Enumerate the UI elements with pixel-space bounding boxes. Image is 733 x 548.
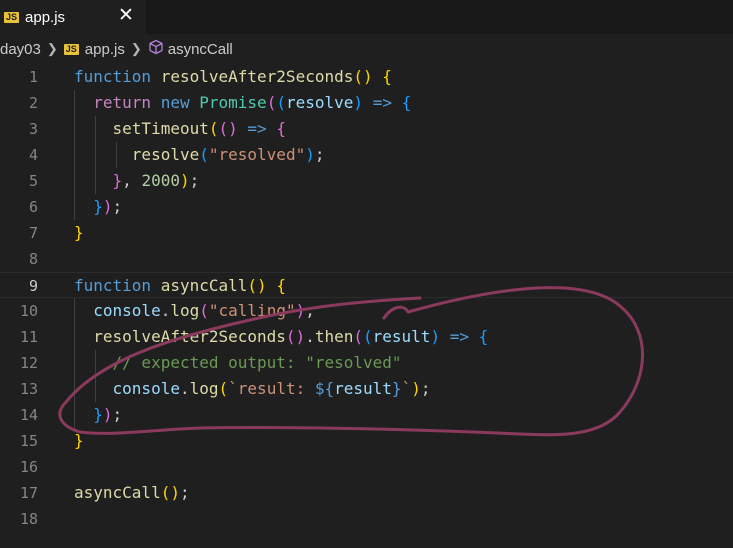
breadcrumb-file[interactable]: app.js [85,41,125,58]
code-editor[interactable]: 1 function resolveAfter2Seconds() { 2 re… [0,64,733,548]
code-line: 1 function resolveAfter2Seconds() { [0,64,733,90]
code-token: resolveAfter2Seconds [160,67,354,86]
line-number: 5 [28,172,38,190]
code-line: 6 }); [0,194,733,220]
chevron-right-icon: ❯ [46,41,58,56]
code-token: console [112,379,180,398]
line-number: 12 [19,354,38,372]
line-number: 4 [28,146,38,164]
code-line: 7 } [0,220,733,246]
code-token: resolveAfter2Seconds [93,327,286,346]
code-line: 13 console.log(`result: ${result}`); [0,376,733,402]
code-line: 8 [0,246,733,272]
breadcrumb-folder[interactable]: day03 [0,41,41,58]
javascript-file-icon: JS [4,11,20,23]
line-number: 7 [28,224,38,242]
line-number: 6 [28,198,38,216]
code-token: asyncCall [74,483,161,502]
javascript-file-icon: JS [63,43,79,55]
code-line: 18 [0,506,733,532]
line-number: 9 [28,277,38,295]
line-number: 13 [19,380,38,398]
line-number: 11 [19,328,38,346]
chevron-right-icon: ❯ [130,41,142,56]
line-number: 8 [28,250,38,268]
code-token: asyncCall [160,276,248,295]
line-number: 1 [28,68,38,86]
code-line: 10 console.log("calling"); [0,298,733,324]
code-token: => [372,93,392,112]
line-number: 15 [19,432,38,450]
line-number: 14 [19,406,38,424]
code-line: 12 // expected output: "resolved" [0,350,733,376]
code-token: return [93,93,152,112]
code-token: result [334,379,392,398]
line-number: 16 [19,458,38,476]
breadcrumb-symbol[interactable]: asyncCall [168,41,233,58]
code-line: 14 }); [0,402,733,428]
line-number: 18 [19,510,38,528]
code-line: 3 setTimeout(() => { [0,116,733,142]
code-token: console [93,301,161,320]
code-line: 2 return new Promise((resolve) => { [0,90,733,116]
code-line-current: 9 function asyncCall() { [0,272,733,298]
code-line: 15 } [0,428,733,454]
code-token: => [449,327,469,346]
method-cube-icon [148,39,164,59]
code-comment: // expected output: "resolved" [112,353,402,372]
code-token: setTimeout [112,119,209,138]
line-number: 10 [19,302,38,320]
code-line: 5 }, 2000); [0,168,733,194]
code-token: Promise [199,93,267,112]
code-line: 17 asyncCall(); [0,480,733,506]
line-number: 3 [28,120,38,138]
line-number: 17 [19,484,38,502]
code-token: then [314,327,354,346]
code-line: 4 resolve("resolved"); [0,142,733,168]
code-token: result [372,327,431,346]
tab-label: app.js [25,8,66,26]
breadcrumb: day03 ❯ JS app.js ❯ asyncCall [0,36,733,62]
code-token: function [74,67,152,86]
line-number: 2 [28,94,38,112]
code-token: resolve [131,145,200,164]
code-token: log [170,301,200,320]
code-token: "resolved" [208,145,306,164]
code-token: ` [401,379,412,398]
code-line: 11 resolveAfter2Seconds().then((result) … [0,324,733,350]
code-token: resolve [285,93,354,112]
tab-bar: JS app.js ✕ [0,0,733,34]
code-token: log [189,379,219,398]
code-token: function [74,276,152,295]
code-token: `result: [228,379,315,398]
code-token: 2000 [141,171,180,190]
code-token: "calling" [208,301,296,320]
code-token: ${ [314,379,335,398]
code-line: 16 [0,454,733,480]
close-icon[interactable]: ✕ [118,2,134,30]
code-token: new [160,93,190,112]
tab-app-js[interactable]: JS app.js ✕ [0,0,146,34]
code-token: } [391,379,402,398]
code-token: => [247,119,267,138]
